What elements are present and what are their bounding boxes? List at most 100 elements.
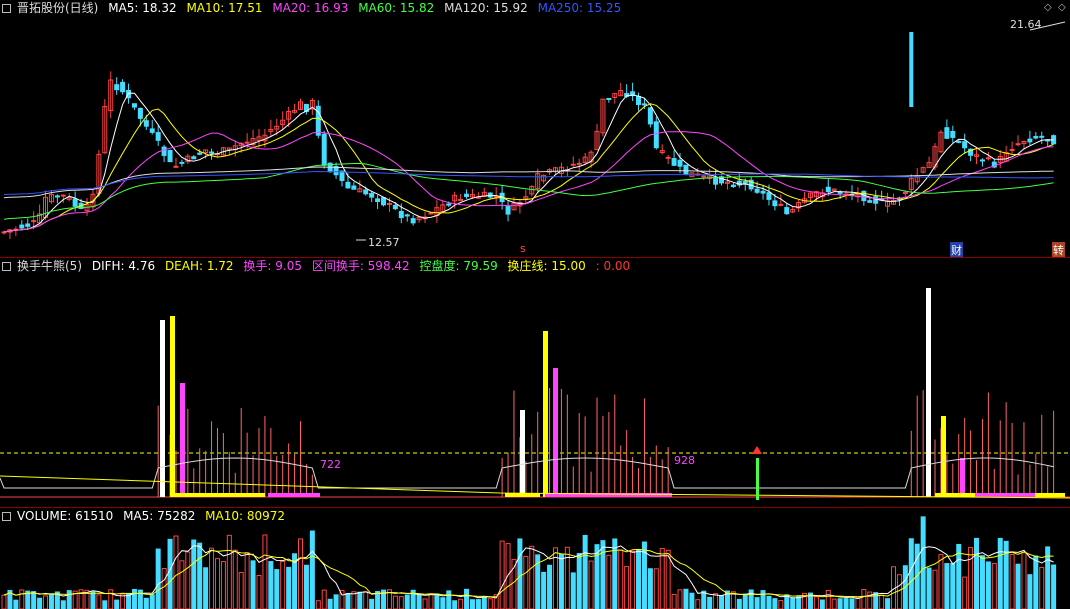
volume-bar <box>612 538 618 609</box>
candle-body <box>167 149 173 163</box>
volume-bar <box>345 592 351 609</box>
volume-bar <box>286 566 292 609</box>
volume-bar <box>143 597 149 609</box>
volume-bar <box>926 567 932 609</box>
volume-bar <box>683 588 689 609</box>
volume-bar <box>636 549 642 609</box>
candle-body <box>149 128 155 133</box>
volume-bar <box>647 568 653 609</box>
volume-bar <box>37 597 43 609</box>
volume-bar <box>825 589 831 609</box>
volume-bar <box>19 589 25 609</box>
volume-bar <box>570 572 576 609</box>
collapse-icon[interactable] <box>2 512 11 521</box>
candle-body <box>464 193 470 197</box>
candle-body <box>446 203 452 206</box>
volume-bar <box>985 561 991 609</box>
candle-body <box>956 140 962 143</box>
candle-body <box>713 177 719 185</box>
ma250-label: MA250: 15.25 <box>537 1 622 15</box>
candle-body <box>671 158 677 166</box>
candle-body <box>131 103 137 108</box>
volume-chart[interactable] <box>0 508 1070 609</box>
volume-bar <box>404 594 410 609</box>
volume-bar <box>268 561 274 609</box>
range-strip <box>1035 493 1065 497</box>
volume-bar <box>48 593 54 609</box>
collapse-icon[interactable] <box>2 262 11 271</box>
low-price-label: 12.57 <box>368 236 400 249</box>
volume-bar <box>689 592 695 609</box>
volume-bar <box>422 598 428 609</box>
candle-body <box>944 127 950 139</box>
ma20-line <box>3 131 1054 233</box>
range-value-a: 722 <box>320 458 341 471</box>
volume-bar <box>523 555 529 609</box>
volume-bar <box>114 599 120 609</box>
ma10-line <box>3 103 1054 233</box>
candle-body <box>867 200 873 203</box>
turnover-panel[interactable]: 换手牛熊(5) DIFH: 4.76 DEAH: 1.72 换手: 9.05 区… <box>0 258 1070 508</box>
volume-bar <box>997 537 1003 609</box>
volume-bar <box>879 594 885 609</box>
ma5-line <box>3 92 1054 233</box>
range-turnover-label: 区间换手: 598.42 <box>311 259 410 273</box>
candle-body <box>381 197 387 206</box>
candle-body <box>1015 143 1021 146</box>
candlestick-chart[interactable] <box>0 0 1070 258</box>
volume-bar <box>819 599 825 609</box>
candle-body <box>143 120 149 127</box>
volume-bar <box>624 566 630 609</box>
volume-bar <box>659 548 665 609</box>
control-marker <box>756 458 759 500</box>
vol-ma10-label: MA10: 80972 <box>205 509 286 523</box>
volume-bar <box>1003 540 1009 609</box>
volume-panel[interactable]: VOLUME: 61510 MA5: 75282 MA10: 80972 <box>0 508 1070 609</box>
volume-bar <box>244 552 250 609</box>
volume-bar <box>499 540 505 609</box>
volume-bar <box>760 590 766 609</box>
volume-bar <box>298 538 303 609</box>
candle-spike <box>909 32 914 107</box>
volume-bar <box>1 594 7 609</box>
candle-body <box>191 156 197 160</box>
volume-bar <box>950 562 956 609</box>
turnover-chart[interactable] <box>0 258 1070 508</box>
volume-bar <box>908 538 914 609</box>
candle-body <box>19 224 25 229</box>
dealer-line-label: 换庄线: 15.00 <box>507 259 586 273</box>
collapse-icon[interactable] <box>2 4 11 13</box>
ma20-label: MA20: 16.93 <box>272 1 349 15</box>
ma120-label: MA120: 15.92 <box>444 1 528 15</box>
price-panel[interactable]: 晋拓股份(日线) MA5: 18.32 MA10: 17.51 MA20: 16… <box>0 0 1070 258</box>
candle-body <box>985 157 991 160</box>
volume-bar <box>1051 564 1057 609</box>
volume-bar <box>541 571 547 609</box>
volume-bar <box>167 538 173 609</box>
volume-bar <box>843 598 849 609</box>
volume-bar <box>606 554 612 609</box>
volume-bar <box>837 598 843 609</box>
volume-bar <box>719 595 725 609</box>
range-strip <box>268 493 320 497</box>
deah-label: DEAH: 1.72 <box>164 259 234 273</box>
price-panel-header: 晋拓股份(日线) MA5: 18.32 MA10: 17.51 MA20: 16… <box>2 1 627 15</box>
volume-bar <box>813 596 819 609</box>
volume-bar <box>357 591 363 609</box>
marker-s: s <box>520 242 526 255</box>
candle-body <box>410 218 416 224</box>
candle-body <box>369 192 375 198</box>
volume-bar <box>333 594 339 609</box>
candle-body <box>677 159 683 167</box>
volume-bar <box>790 597 796 609</box>
volume-bar <box>1021 552 1027 609</box>
volume-bar <box>392 595 398 609</box>
volume-bar <box>855 597 861 609</box>
candle-body <box>760 190 766 194</box>
volume-bar <box>547 564 553 609</box>
volume-bar <box>434 593 440 609</box>
candle-body <box>392 204 398 210</box>
candle-body <box>766 192 772 200</box>
ma5-label: MA5: 18.32 <box>108 1 177 15</box>
volume-bar <box>576 552 582 609</box>
